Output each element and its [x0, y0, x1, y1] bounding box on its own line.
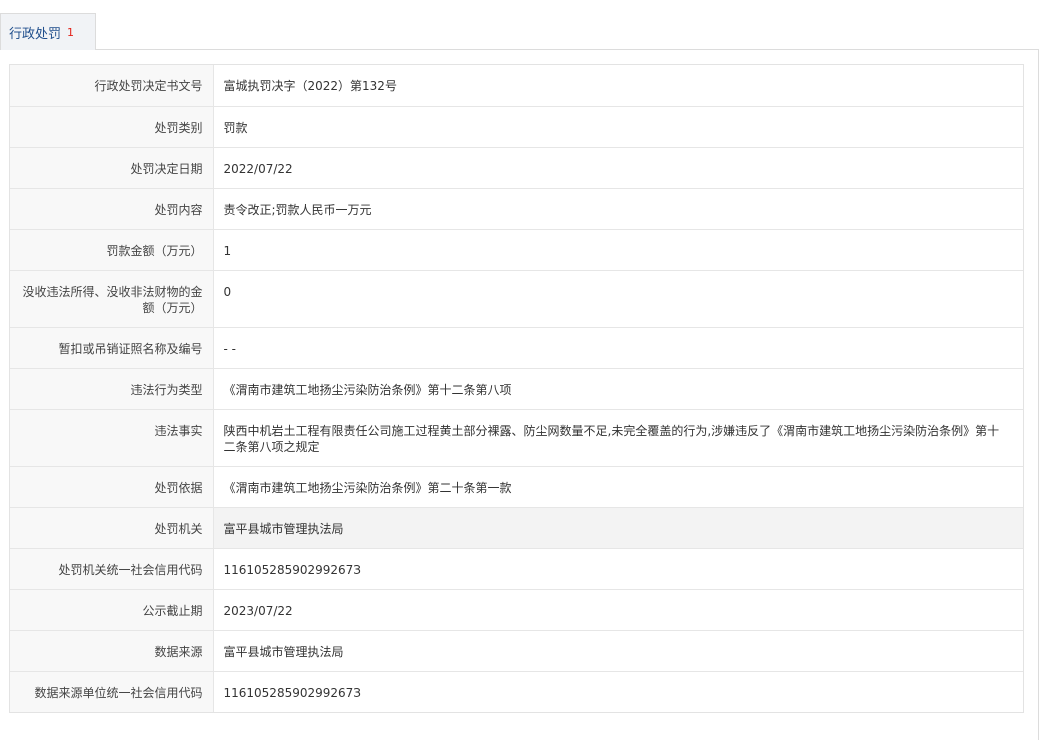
row-label-license-suspension: 暂扣或吊销证照名称及编号 — [10, 327, 214, 369]
row-value-confiscation-amount: 0 — [213, 270, 1023, 328]
table-row: 公示截止期 2023/07/22 — [10, 589, 1023, 631]
table-row: 处罚依据 《渭南市建筑工地扬尘污染防治条例》第二十条第一款 — [10, 466, 1023, 508]
row-label-fine-amount: 罚款金额（万元） — [10, 229, 214, 271]
row-value-penalty-basis: 《渭南市建筑工地扬尘污染防治条例》第二十条第一款 — [213, 466, 1023, 508]
table-row: 行政处罚决定书文号 富城执罚决字（2022）第132号 — [10, 65, 1023, 107]
row-value-authority-credit-code: 11610528590299267З — [213, 548, 1023, 590]
table-row: 数据来源 富平县城市管理执法局 — [10, 630, 1023, 672]
table-row: 数据来源单位统一社会信用代码 11610528590299267З — [10, 671, 1023, 712]
table-row: 暂扣或吊销证照名称及编号 - - — [10, 327, 1023, 369]
row-label-publication-deadline: 公示截止期 — [10, 589, 214, 631]
row-label-decision-number: 行政处罚决定书文号 — [10, 65, 214, 107]
penalty-detail-table: 行政处罚决定书文号 富城执罚决字（2022）第132号 处罚类别 罚款 处罚决定… — [9, 64, 1024, 713]
row-value-license-suspension: - - — [213, 327, 1023, 369]
tab-bar: 行政处罚 1 — [0, 0, 1039, 50]
row-value-decision-number: 富城执罚决字（2022）第132号 — [213, 65, 1023, 107]
row-value-violation-type: 《渭南市建筑工地扬尘污染防治条例》第十二条第八项 — [213, 368, 1023, 410]
row-value-source-credit-code: 11610528590299267З — [223, 685, 361, 700]
row-value-penalty-authority: 富平县城市管理执法局 — [213, 507, 1023, 549]
row-value-fine-amount: 1 — [213, 229, 1023, 271]
table-row: 处罚机关 富平县城市管理执法局 — [10, 507, 1023, 549]
table-row: 处罚决定日期 2022/07/22 — [10, 147, 1023, 189]
table-row: 处罚机关统一社会信用代码 11610528590299267З — [10, 548, 1023, 590]
row-label-authority-credit-code: 处罚机关统一社会信用代码 — [10, 548, 214, 590]
row-label-decision-date: 处罚决定日期 — [10, 147, 214, 189]
table-row: 处罚类别 罚款 — [10, 106, 1023, 148]
row-label-penalty-content: 处罚内容 — [10, 188, 214, 230]
row-value-penalty-content: 责令改正;罚款人民币一万元 — [213, 188, 1023, 230]
table-row: 违法事实 陕西中机岩土工程有限责任公司施工过程黄土部分裸露、防尘网数量不足,未完… — [10, 409, 1023, 467]
table-row: 罚款金额（万元） 1 — [10, 229, 1023, 271]
row-label-source-credit-code: 数据来源单位统一社会信用代码 — [10, 671, 214, 712]
row-label-penalty-authority: 处罚机关 — [10, 507, 214, 549]
tab-label: 行政处罚 — [9, 26, 62, 42]
row-label-penalty-category: 处罚类别 — [10, 106, 214, 148]
row-label-confiscation-amount: 没收违法所得、没收非法财物的金额（万元） — [10, 270, 214, 328]
tab-administrative-penalty[interactable]: 行政处罚 1 — [0, 13, 96, 50]
row-label-data-source: 数据来源 — [10, 630, 214, 672]
table-row: 没收违法所得、没收非法财物的金额（万元） 0 — [10, 270, 1023, 328]
row-label-violation-facts: 违法事实 — [10, 409, 214, 467]
row-label-penalty-basis: 处罚依据 — [10, 466, 214, 508]
row-label-violation-type: 违法行为类型 — [10, 368, 214, 410]
row-value-penalty-category: 罚款 — [213, 106, 1023, 148]
row-value-publication-deadline: 2023/07/22 — [213, 589, 1023, 631]
table-row: 违法行为类型 《渭南市建筑工地扬尘污染防治条例》第十二条第八项 — [10, 368, 1023, 410]
row-value-data-source: 富平县城市管理执法局 — [213, 630, 1023, 672]
tab-count-badge: 1 — [67, 25, 75, 39]
table-row: 处罚内容 责令改正;罚款人民币一万元 — [10, 188, 1023, 230]
row-value-decision-date: 2022/07/22 — [213, 147, 1023, 189]
row-value-violation-facts: 陕西中机岩土工程有限责任公司施工过程黄土部分裸露、防尘网数量不足,未完全覆盖的行… — [213, 409, 1023, 467]
